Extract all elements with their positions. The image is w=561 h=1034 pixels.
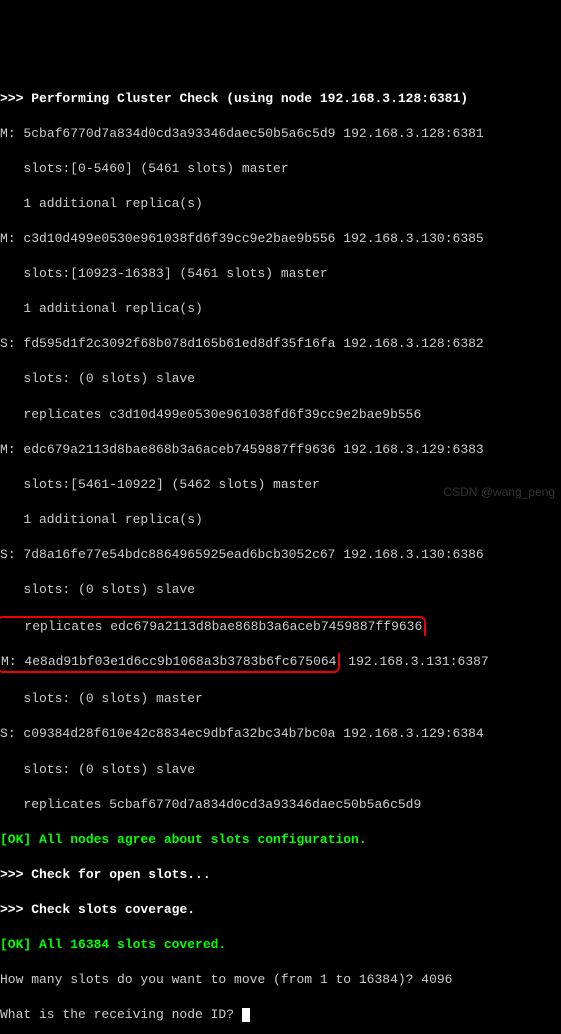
user-input-slots[interactable]: 4096 [421,972,452,987]
replicates-line: replicates c3d10d499e0530e961038fd6f39cc… [0,406,561,424]
replica-line: 1 additional replica(s) [0,511,561,529]
node-line: M: edc679a2113d8bae868b3a6aceb7459887ff9… [0,441,561,459]
node-line: S: 7d8a16fe77e54bdc8864965925ead6bcb3052… [0,546,561,564]
replicates-line: replicates 5cbaf6770d7a834d0cd3a93346dae… [0,796,561,814]
node-line: M: 5cbaf6770d7a834d0cd3a93346daec50b5a6c… [0,125,561,143]
node-line: M: c3d10d499e0530e961038fd6f39cc9e2bae9b… [0,230,561,248]
slots-line: slots: (0 slots) master [0,690,561,708]
check-line: >>> Check slots coverage. [0,901,561,919]
slots-line: slots:[0-5460] (5461 slots) master [0,160,561,178]
watermark: CSDN @wang_peng [443,484,555,500]
node-line-highlighted: M: 4e8ad91bf03e1d6cc9b1068a3b3783b6fc675… [0,653,561,673]
slots-line: slots: (0 slots) slave [0,761,561,779]
node-line: S: c09384d28f610e42c8834ec9dbfa32bc34b7b… [0,725,561,743]
ok-line: [OK] All nodes agree about slots configu… [0,831,561,849]
replicates-line: replicates edc679a2113d8bae868b3a6aceb74… [0,616,561,636]
ok-line: [OK] All 16384 slots covered. [0,936,561,954]
terminal-output: >>> Performing Cluster Check (using node… [0,72,561,1034]
slots-line: slots: (0 slots) slave [0,370,561,388]
cursor[interactable] [242,1008,250,1022]
prompt-line: How many slots do you want to move (from… [0,971,561,989]
slots-line: slots: (0 slots) slave [0,581,561,599]
replica-line: 1 additional replica(s) [0,195,561,213]
header-line: >>> Performing Cluster Check (using node… [0,90,561,108]
highlight-box-top: replicates edc679a2113d8bae868b3a6aceb74… [0,616,426,636]
slots-line: slots:[10923-16383] (5461 slots) master [0,265,561,283]
prompt-line: What is the receiving node ID? [0,1006,561,1024]
node-line: S: fd595d1f2c3092f68b078d165b61ed8df35f1… [0,335,561,353]
replica-line: 1 additional replica(s) [0,300,561,318]
highlight-box-bot: M: 4e8ad91bf03e1d6cc9b1068a3b3783b6fc675… [0,653,340,673]
check-line: >>> Check for open slots... [0,866,561,884]
